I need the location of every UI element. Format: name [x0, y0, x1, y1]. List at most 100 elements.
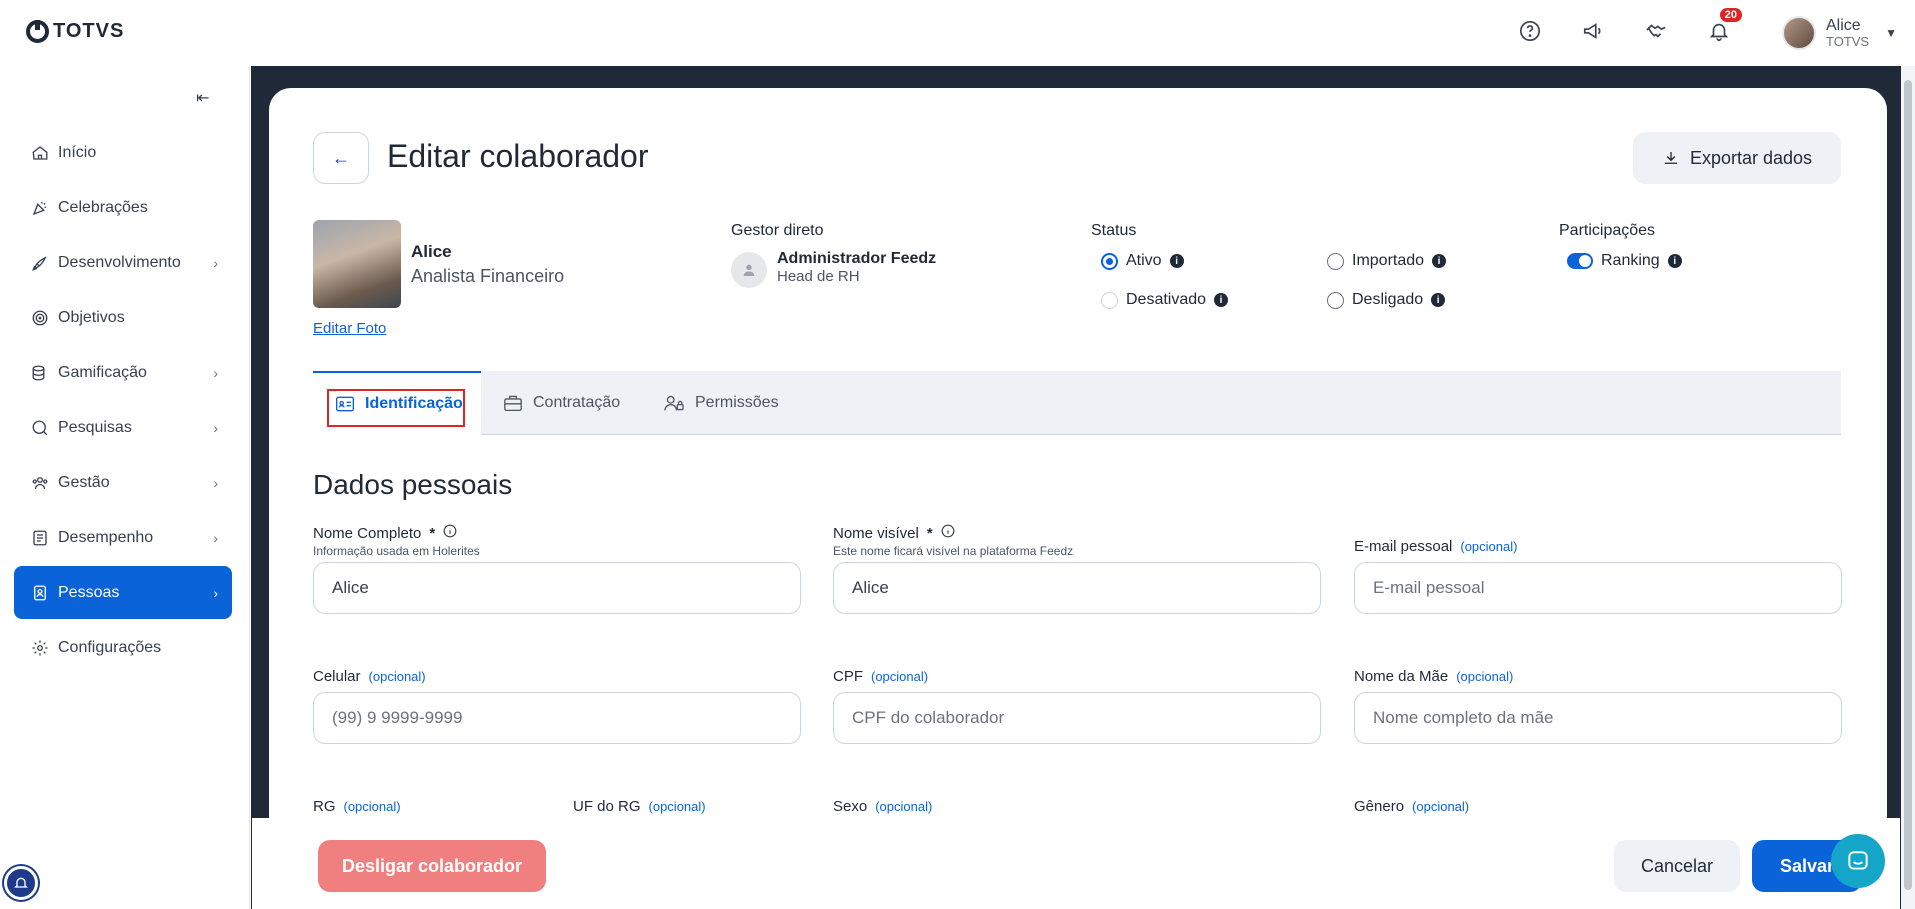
- sidebar-item-pesquisas[interactable]: Pesquisas ›: [14, 401, 232, 454]
- status-radio-desativado[interactable]: Desativado i: [1101, 291, 1229, 309]
- caret-down-icon: ▼: [1885, 26, 1897, 40]
- label-text: Celular: [313, 668, 361, 685]
- megaphone-icon[interactable]: [1578, 16, 1608, 46]
- sidebar-item-inicio[interactable]: Início: [14, 126, 232, 179]
- handshake-icon[interactable]: [1641, 16, 1671, 46]
- sex-label: Sexo (opcional): [833, 798, 932, 815]
- manager-name: Administrador Feedz: [777, 250, 937, 267]
- export-data-button[interactable]: Exportar dados: [1633, 132, 1841, 184]
- required-mark: *: [926, 524, 933, 542]
- collapse-sidebar-icon[interactable]: ⇤: [196, 88, 209, 108]
- phone-label: Celular (opcional): [313, 668, 426, 685]
- tab-label: Contratação: [533, 394, 621, 411]
- profile-name: Alice: [411, 242, 452, 261]
- logo-text: TOTVS: [53, 20, 125, 42]
- rocket-icon: [30, 253, 50, 273]
- support-chat-icon[interactable]: [4, 866, 38, 900]
- tab-label: Permissões: [695, 394, 779, 411]
- chevron-right-icon: ›: [213, 474, 218, 491]
- personal-email-label: E-mail pessoal (opcional): [1354, 538, 1517, 555]
- top-bar: TOTVS 20 Alice TOTVS ▼: [0, 0, 1915, 66]
- search-icon: [30, 418, 50, 438]
- optional-tag: (opcional): [648, 799, 706, 814]
- mother-name-label: Nome da Mãe (opcional): [1354, 668, 1513, 685]
- sidebar-item-desempenho[interactable]: Desempenho ›: [14, 511, 232, 564]
- status-radio-ativo[interactable]: Ativo i: [1101, 252, 1184, 270]
- info-icon[interactable]: i: [1432, 254, 1447, 268]
- info-icon[interactable]: i: [1169, 254, 1184, 268]
- tab-permissoes[interactable]: Permissões: [663, 371, 779, 435]
- tab-bar: Identificação Contratação Permissões: [313, 371, 1841, 435]
- sidebar-item-label: Pessoas: [58, 583, 120, 601]
- notification-badge: 20: [1719, 8, 1742, 22]
- export-label: Exportar dados: [1689, 147, 1813, 168]
- briefcase-icon: [504, 395, 522, 412]
- page-title: Editar colaborador: [387, 138, 649, 174]
- main-area: ← Editar colaborador Exportar dados Edit…: [251, 66, 1901, 909]
- rg-uf-label: UF do RG (opcional): [573, 798, 706, 815]
- home-icon: [30, 143, 50, 163]
- cancel-button[interactable]: Cancelar: [1614, 840, 1740, 892]
- terminate-employee-button[interactable]: Desligar colaborador: [318, 840, 546, 892]
- status-radio-desligado[interactable]: Desligado i: [1327, 291, 1446, 309]
- visible-name-label: Nome visível *: [833, 524, 955, 542]
- sidebar-item-label: Gestão: [58, 473, 110, 491]
- bell-icon[interactable]: 20: [1704, 8, 1742, 46]
- totvs-logo[interactable]: TOTVS: [26, 20, 124, 43]
- gender-label: Gênero (opcional): [1354, 798, 1469, 815]
- sidebar-item-label: Celebrações: [58, 198, 148, 216]
- chevron-right-icon: ›: [213, 254, 218, 271]
- visible-name-input[interactable]: [833, 562, 1321, 614]
- users-icon: [30, 473, 50, 493]
- cpf-label: CPF (opcional): [833, 668, 928, 685]
- participations-label: Participações: [1559, 222, 1656, 239]
- user-menu[interactable]: Alice TOTVS ▼: [1782, 16, 1897, 50]
- chevron-right-icon: ›: [213, 529, 218, 546]
- radio-checked: [1101, 252, 1118, 270]
- scrollbar-thumb[interactable]: [1904, 80, 1912, 890]
- sidebar-item-label: Pesquisas: [58, 418, 132, 436]
- phone-input[interactable]: [313, 692, 801, 744]
- gear-icon: [30, 638, 50, 658]
- info-circle-icon[interactable]: [443, 524, 457, 542]
- ranking-toggle[interactable]: [1567, 253, 1593, 269]
- label-text: UF do RG: [573, 798, 641, 815]
- info-icon[interactable]: i: [1431, 293, 1446, 307]
- sidebar-item-objetivos[interactable]: Objetivos: [14, 291, 232, 344]
- personal-email-input[interactable]: [1354, 562, 1842, 614]
- sidebar-item-gestao[interactable]: Gestão ›: [14, 456, 232, 509]
- label-text: E-mail pessoal: [1354, 538, 1453, 555]
- label-text: Gênero: [1354, 798, 1405, 815]
- sidebar-item-celebracoes[interactable]: Celebrações: [14, 181, 232, 234]
- optional-tag: (opcional): [875, 799, 933, 814]
- help-icon[interactable]: [1515, 16, 1545, 46]
- tab-contratacao[interactable]: Contratação: [503, 371, 620, 435]
- info-icon[interactable]: i: [1667, 254, 1682, 268]
- sidebar-item-pessoas[interactable]: Pessoas ›: [14, 566, 232, 619]
- label-text: RG: [313, 798, 336, 815]
- full-name-input[interactable]: [313, 562, 801, 614]
- page-scrollbar[interactable]: [1901, 66, 1915, 909]
- optional-tag: (opcional): [871, 669, 929, 684]
- sidebar-item-gamificacao[interactable]: Gamificação ›: [14, 346, 232, 399]
- sidebar-item-configuracoes[interactable]: Configurações: [14, 621, 232, 674]
- info-circle-icon[interactable]: [941, 524, 955, 542]
- edit-photo-link[interactable]: Editar Foto: [313, 320, 386, 337]
- full-name-label: Nome Completo *: [313, 524, 457, 542]
- target-icon: [30, 308, 50, 328]
- label-text: Nome Completo: [313, 524, 422, 542]
- sidebar-item-desenvolvimento[interactable]: Desenvolvimento ›: [14, 236, 232, 289]
- back-button[interactable]: ←: [313, 132, 369, 184]
- mother-name-input[interactable]: [1354, 692, 1842, 744]
- label-text: Sexo: [833, 798, 868, 815]
- chat-icon[interactable]: [1831, 834, 1885, 888]
- profile-photo: [313, 220, 401, 308]
- download-icon: [1664, 152, 1677, 164]
- info-icon[interactable]: i: [1214, 293, 1229, 307]
- cpf-input[interactable]: [833, 692, 1321, 744]
- label-text: Nome visível: [833, 524, 919, 542]
- status-radio-importado[interactable]: Importado i: [1327, 252, 1447, 270]
- optional-tag: (opcional): [1412, 799, 1470, 814]
- tab-identificacao[interactable]: Identificação: [313, 371, 481, 435]
- chevron-right-icon: ›: [213, 364, 218, 381]
